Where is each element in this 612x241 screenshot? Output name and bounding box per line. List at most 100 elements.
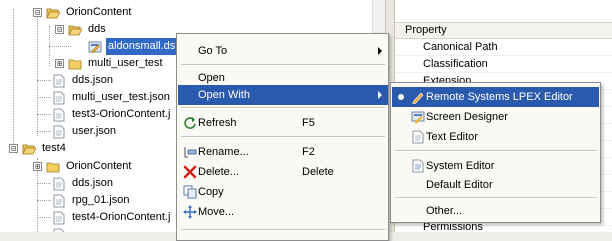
json-file-icon: [52, 108, 66, 122]
menu-item-refresh[interactable]: Refresh F5: [178, 113, 388, 133]
tree-item-label: multi_user_test.json: [72, 91, 170, 103]
context-menu: Go To Open Open With Refresh F5 Rename..…: [176, 33, 389, 241]
menu-item-label: Refresh: [198, 117, 237, 129]
property-row[interactable]: Canonical Path: [395, 39, 612, 56]
json-file-icon: [52, 91, 66, 105]
tree-item-label: dds.json: [72, 74, 113, 86]
json-file-icon: [52, 177, 66, 191]
submenu-item-lpex-editor[interactable]: Remote Systems LPEX Editor: [392, 87, 599, 107]
tree-item-rpg-01-json[interactable]: rpg_01.json: [52, 192, 132, 209]
lpex-editor-icon: [411, 90, 425, 105]
submenu-item-other[interactable]: Other...: [392, 201, 599, 221]
dds-file-icon: [88, 40, 102, 54]
delete-icon: [183, 165, 197, 179]
menu-item-label: Copy: [198, 186, 224, 198]
tree-item-label: dds.json: [72, 177, 113, 189]
tree-line: [37, 183, 51, 184]
menu-item-copy[interactable]: Copy: [178, 182, 388, 202]
menu-item-shortcut: F5: [302, 117, 315, 129]
property-row[interactable]: Classification: [395, 56, 612, 73]
menu-item-label: Screen Designer: [426, 111, 508, 123]
tree-item-label: test4-OrionContent.j: [72, 211, 171, 223]
menu-item-label: Text Editor: [426, 131, 478, 143]
collapse-toggle[interactable]: ⊟: [55, 25, 64, 34]
menu-separator: [181, 136, 385, 138]
tree-line: [37, 114, 51, 115]
menu-separator: [181, 64, 385, 66]
json-file-icon: [52, 194, 66, 208]
submenu-item-screen-designer[interactable]: Screen Designer: [392, 107, 599, 127]
tree-item-multi-user-test-json[interactable]: multi_user_test.json: [52, 89, 172, 106]
json-file-icon: [52, 125, 66, 139]
collapse-toggle[interactable]: ⊟: [33, 8, 42, 17]
menu-separator: [395, 197, 597, 199]
menu-item-label: Other...: [426, 205, 463, 217]
menu-item-label: System Editor: [426, 160, 495, 172]
menu-item-label: Move...: [198, 206, 235, 218]
menu-separator: [181, 107, 385, 109]
json-file-icon: [52, 74, 66, 88]
tree-item-label: dds: [88, 23, 106, 35]
menu-item-rename[interactable]: Rename... F2: [178, 142, 388, 162]
menu-separator: [181, 229, 385, 231]
menu-item-label: Rename...: [198, 146, 249, 158]
tree-item-label: test3-OrionContent.j: [72, 108, 171, 120]
menu-item-label: Open With: [198, 89, 250, 101]
tree-line: [37, 200, 51, 201]
expand-toggle[interactable]: ⊞: [55, 59, 64, 68]
submenu-arrow-icon: [378, 91, 382, 99]
tree-item-orioncontent[interactable]: ⊟ OrionContent: [33, 4, 133, 21]
menu-item-open-with[interactable]: Open With: [178, 85, 388, 105]
json-file-icon: [52, 211, 66, 225]
tree-item-aldonsmall[interactable]: aldonsmall.ds: [88, 38, 178, 55]
tree-item-label: multi_user_test: [88, 57, 163, 69]
tree-line: [37, 97, 51, 98]
folder-open-icon: [46, 6, 60, 20]
menu-item-shortcut: F2: [302, 146, 315, 158]
submenu-item-system-editor[interactable]: System Editor: [392, 156, 599, 176]
tree-item-dds-json-2[interactable]: dds.json: [52, 175, 115, 192]
tree-item-multi-user-test[interactable]: ⊞ multi_user_test: [55, 55, 165, 72]
rename-icon: [183, 145, 197, 159]
tree-line: [49, 46, 71, 47]
tree-item-test4[interactable]: ⊟ test4: [9, 140, 68, 157]
menu-item-go-to[interactable]: Go To: [178, 41, 388, 61]
open-with-submenu: Remote Systems LPEX Editor Screen Design…: [390, 82, 601, 223]
tree-item-test3-orioncontent[interactable]: test3-OrionContent.j: [52, 106, 172, 123]
checked-radio-icon: [398, 94, 404, 100]
system-editor-icon: [411, 159, 425, 173]
tree-line: [37, 131, 51, 132]
copy-icon: [183, 185, 197, 199]
tree-item-label: aldonsmall.ds: [106, 38, 178, 55]
menu-item-delete[interactable]: Delete... Delete: [178, 162, 388, 182]
tree-item-label: test4: [42, 142, 66, 154]
tree-item-label: OrionContent: [66, 160, 132, 172]
tree-item-dds-json[interactable]: dds.json: [52, 72, 115, 89]
tree-item-orioncontent-2[interactable]: ⊞ OrionContent: [33, 158, 133, 175]
menu-item-move[interactable]: Move...: [178, 202, 388, 222]
menu-item-label: Delete...: [198, 166, 239, 178]
menu-item-label: Default Editor: [426, 179, 493, 191]
folder-open-icon: [68, 23, 82, 37]
tree-line: [13, 9, 14, 148]
tree-item-dds[interactable]: ⊟ dds: [55, 21, 108, 38]
tree-item-label: rpg_01.json: [72, 194, 130, 206]
folder-icon: [46, 160, 60, 174]
menu-item-label: Remote Systems LPEX Editor: [426, 91, 573, 103]
expand-toggle[interactable]: ⊞: [33, 162, 42, 171]
submenu-item-default-editor[interactable]: Default Editor: [392, 175, 599, 195]
screen-designer-icon: [411, 110, 425, 124]
tree-line: [37, 217, 51, 218]
tree-line: [37, 80, 51, 81]
property-column-header[interactable]: Property: [395, 22, 612, 39]
menu-item-shortcut: Delete: [302, 166, 334, 178]
refresh-icon: [183, 116, 197, 130]
move-icon: [183, 205, 197, 219]
tree-item-user-json[interactable]: user.json: [52, 123, 118, 140]
collapse-toggle[interactable]: ⊟: [9, 144, 18, 153]
submenu-arrow-icon: [378, 47, 382, 55]
submenu-item-text-editor[interactable]: Text Editor: [392, 127, 599, 147]
tree-line: [37, 9, 38, 136]
text-editor-icon: [411, 130, 425, 144]
tree-item-test4-orioncontent[interactable]: test4-OrionContent.j: [52, 209, 172, 226]
